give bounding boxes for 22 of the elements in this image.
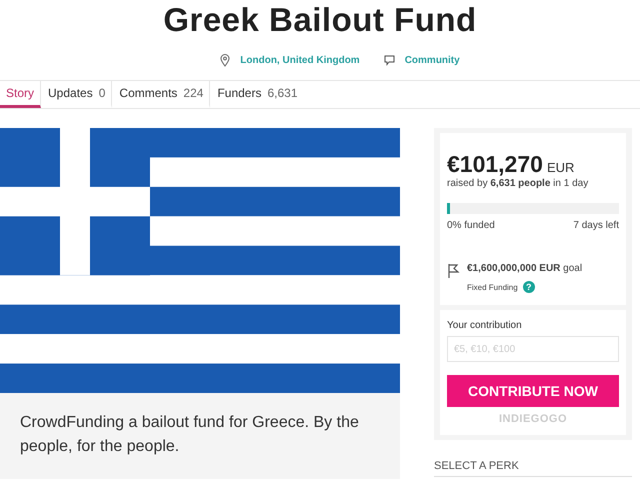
- contribute-button[interactable]: CONTRIBUTE NOW: [447, 375, 619, 407]
- contribution-label: Your contribution: [447, 320, 523, 331]
- days-left: 7 days left: [573, 220, 619, 231]
- goal-amount: €1,600,000,000 EUR goal: [467, 263, 582, 274]
- location-link[interactable]: London, United Kingdom: [240, 54, 360, 66]
- campaign-tagline: CrowdFunding a bailout fund for Greece. By the people, for the people.: [20, 413, 360, 457]
- amount-raised: €101,270: [447, 151, 543, 178]
- map-pin-icon: [220, 54, 230, 66]
- funded-percent: 0% funded: [447, 220, 495, 231]
- tab[interactable]: Story: [0, 81, 42, 108]
- category-link[interactable]: Community: [404, 54, 460, 66]
- section-heading: SELECT A PERK: [434, 460, 632, 477]
- funding-type: Fixed Funding: [467, 283, 518, 292]
- flag-icon: [447, 263, 461, 279]
- tab[interactable]: Comments 224: [113, 81, 210, 108]
- campaign-title: Greek Bailout Fund: [162, 0, 478, 40]
- backers-summary: raised by 6,631 people in 1 day: [447, 178, 590, 189]
- help-icon[interactable]: ?: [522, 281, 535, 293]
- currency-label: EUR: [546, 160, 574, 175]
- tab[interactable]: Updates 0: [42, 81, 112, 108]
- tab[interactable]: Funders 6,631: [211, 81, 304, 108]
- speech-bubble-icon: [384, 54, 395, 66]
